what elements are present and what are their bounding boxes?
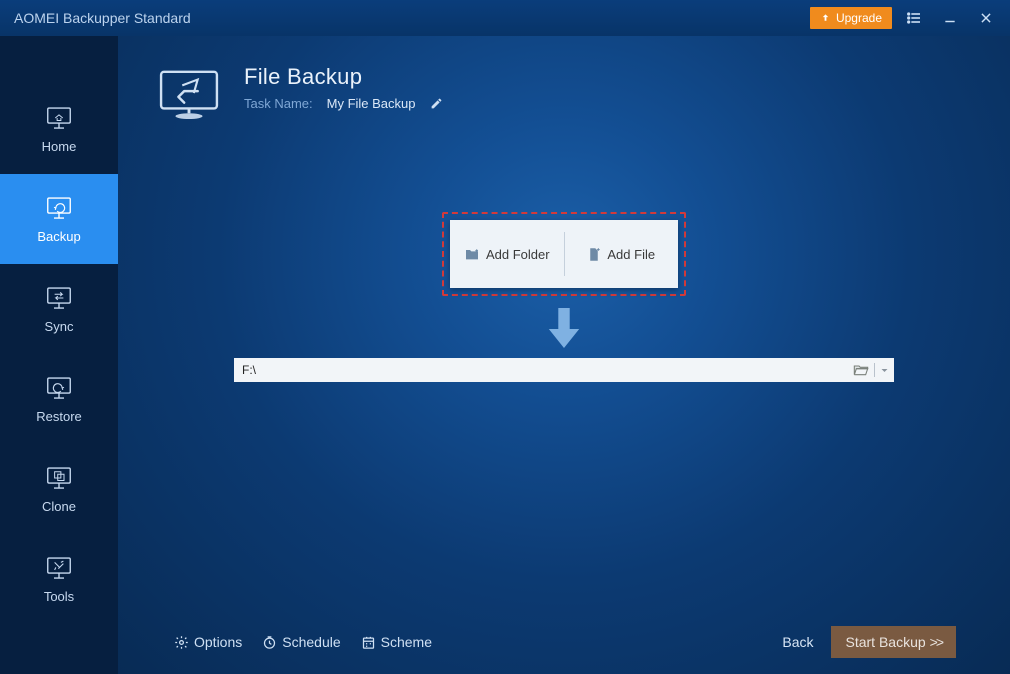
task-name-label: Task Name: [244, 96, 313, 111]
page-title: File Backup [244, 64, 443, 90]
upgrade-label: Upgrade [836, 11, 882, 25]
arrow-down-icon [545, 304, 583, 352]
titlebar: AOMEI Backupper Standard Upgrade [0, 0, 1010, 36]
clock-icon [262, 635, 277, 650]
start-backup-button[interactable]: Start Backup >> [831, 626, 956, 658]
edit-task-name-button[interactable] [430, 97, 443, 110]
menu-button[interactable] [900, 4, 928, 32]
chevron-down-icon [880, 366, 889, 375]
home-monitor-icon [44, 105, 74, 131]
sidebar-item-clone[interactable]: Clone [0, 444, 118, 534]
file-add-icon [587, 247, 601, 262]
minimize-button[interactable] [936, 4, 964, 32]
add-folder-button[interactable]: Add Folder [450, 220, 564, 288]
backup-monitor-icon [44, 195, 74, 221]
sidebar-item-sync[interactable]: Sync [0, 264, 118, 354]
sidebar-item-label: Restore [36, 409, 82, 424]
back-button[interactable]: Back [768, 628, 827, 656]
scheme-icon [361, 635, 376, 650]
destination-path-value: F:\ [242, 363, 256, 377]
sidebar-item-backup[interactable]: Backup [0, 174, 118, 264]
main-content: File Backup Task Name: My File Backup [118, 36, 1010, 674]
task-name-value: My File Backup [327, 96, 416, 111]
double-chevron-right-icon: >> [930, 634, 942, 650]
folder-open-icon [853, 364, 869, 376]
sidebar-item-home[interactable]: Home [0, 84, 118, 174]
sidebar-item-label: Tools [44, 589, 74, 604]
scheme-button[interactable]: Scheme [353, 630, 440, 654]
app-window: AOMEI Backupper Standard Upgrade Home [0, 0, 1010, 674]
back-label: Back [782, 634, 813, 650]
app-title: AOMEI Backupper Standard [14, 10, 191, 26]
scheme-label: Scheme [381, 634, 432, 650]
tools-monitor-icon [44, 555, 74, 581]
destination-path-bar[interactable]: F:\ [234, 358, 894, 382]
close-button[interactable] [972, 4, 1000, 32]
close-icon [979, 11, 993, 25]
menu-list-icon [906, 10, 922, 26]
clone-monitor-icon [44, 465, 74, 491]
sidebar-item-restore[interactable]: Restore [0, 354, 118, 444]
add-source-box: Add Folder Add File [450, 220, 678, 288]
schedule-button[interactable]: Schedule [254, 630, 348, 654]
schedule-label: Schedule [282, 634, 340, 650]
folder-add-icon [464, 247, 480, 261]
upgrade-icon [820, 13, 831, 24]
options-label: Options [194, 634, 242, 650]
source-destination-area: Add Folder Add File F:\ [148, 120, 980, 610]
upgrade-button[interactable]: Upgrade [810, 7, 892, 29]
sidebar-item-label: Home [42, 139, 77, 154]
sidebar-item-label: Sync [45, 319, 74, 334]
add-file-button[interactable]: Add File [565, 220, 679, 288]
gear-icon [174, 635, 189, 650]
browse-destination-button[interactable] [851, 364, 871, 376]
sidebar: Home Backup Sync [0, 36, 118, 674]
footer-bar: Options Schedule Scheme Back Start Backu… [148, 610, 980, 674]
add-source-highlight: Add Folder Add File [442, 212, 686, 296]
sidebar-item-label: Clone [42, 499, 76, 514]
restore-monitor-icon [44, 375, 74, 401]
destination-dropdown-button[interactable] [878, 366, 890, 375]
options-button[interactable]: Options [166, 630, 250, 654]
add-folder-label: Add Folder [486, 247, 550, 262]
sidebar-item-tools[interactable]: Tools [0, 534, 118, 624]
pencil-icon [430, 97, 443, 110]
page-header: File Backup Task Name: My File Backup [148, 64, 980, 120]
sidebar-item-label: Backup [37, 229, 80, 244]
sync-monitor-icon [44, 285, 74, 311]
add-file-label: Add File [607, 247, 655, 262]
file-backup-share-icon [154, 68, 224, 120]
minimize-icon [943, 11, 957, 25]
start-backup-label: Start Backup [845, 634, 925, 650]
